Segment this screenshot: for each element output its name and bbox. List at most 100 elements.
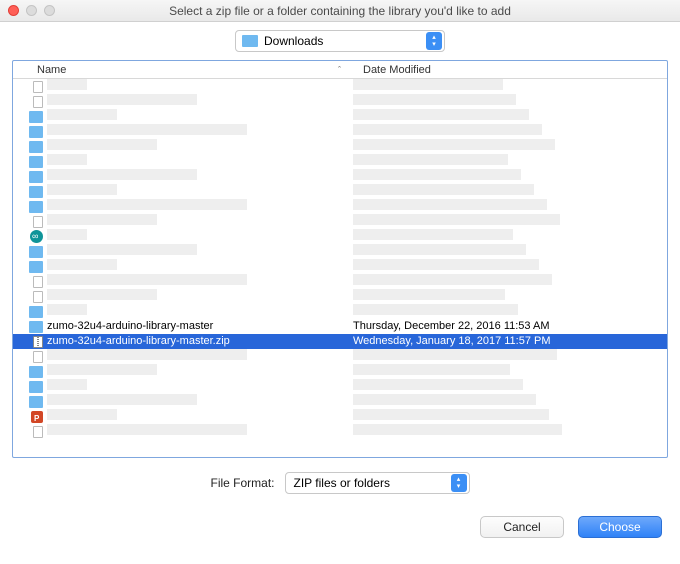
folder-icon xyxy=(13,381,47,393)
file-date xyxy=(353,79,667,95)
file-date xyxy=(353,244,667,260)
file-row[interactable] xyxy=(13,139,667,154)
file-date xyxy=(353,169,667,185)
file-row[interactable] xyxy=(13,199,667,214)
doc-page-icon xyxy=(13,96,47,108)
file-browser-pane: Name ˆ Date Modified zumo-32u4-arduino-l… xyxy=(12,60,668,458)
file-date xyxy=(353,304,667,320)
file-row[interactable] xyxy=(13,169,667,184)
folder-icon xyxy=(13,396,47,408)
doc-page-icon xyxy=(13,291,47,303)
file-name xyxy=(47,139,353,155)
file-row[interactable] xyxy=(13,289,667,304)
file-date xyxy=(353,349,667,365)
folder-icon xyxy=(13,141,47,153)
file-name xyxy=(47,424,353,440)
minimize-window-icon xyxy=(26,5,37,16)
file-name xyxy=(47,124,353,140)
file-row[interactable] xyxy=(13,379,667,394)
file-row[interactable] xyxy=(13,229,667,244)
file-row[interactable] xyxy=(13,424,667,439)
file-row[interactable] xyxy=(13,109,667,124)
folder-icon xyxy=(13,171,47,183)
file-row[interactable] xyxy=(13,394,667,409)
file-row[interactable]: zumo-32u4-arduino-library-masterThursday… xyxy=(13,319,667,334)
file-row[interactable] xyxy=(13,214,667,229)
sort-caret-icon: ˆ xyxy=(338,65,341,75)
folder-icon xyxy=(13,246,47,258)
dropdown-stepper-icon[interactable]: ▴▾ xyxy=(451,474,467,492)
file-date xyxy=(353,274,667,290)
file-name xyxy=(47,289,353,305)
file-name xyxy=(47,154,353,170)
column-name-label: Name xyxy=(37,64,66,76)
file-date xyxy=(353,109,667,125)
file-row[interactable] xyxy=(13,349,667,364)
doc-page-icon xyxy=(13,426,47,438)
zoom-window-icon xyxy=(44,5,55,16)
file-date: Thursday, December 22, 2016 11:53 AM xyxy=(353,319,667,334)
file-name xyxy=(47,109,353,125)
file-date xyxy=(353,154,667,170)
choose-button[interactable]: Choose xyxy=(578,516,662,538)
file-name xyxy=(47,304,353,320)
file-row[interactable] xyxy=(13,259,667,274)
folder-icon xyxy=(13,321,47,333)
file-date xyxy=(353,289,667,305)
file-date xyxy=(353,199,667,215)
format-row: File Format: ZIP files or folders ▴▾ xyxy=(16,472,664,494)
file-date xyxy=(353,424,667,440)
file-name xyxy=(47,244,353,260)
folder-icon xyxy=(13,156,47,168)
file-row[interactable] xyxy=(13,364,667,379)
file-name: zumo-32u4-arduino-library-master.zip xyxy=(47,334,353,349)
file-format-label: File Format: xyxy=(210,476,274,490)
file-row[interactable] xyxy=(13,274,667,289)
folder-icon xyxy=(13,366,47,378)
location-bar: Downloads ▴▾ xyxy=(0,22,680,60)
arduino-icon xyxy=(13,230,47,243)
file-date xyxy=(353,259,667,275)
file-name xyxy=(47,259,353,275)
folder-icon xyxy=(13,111,47,123)
file-name xyxy=(47,349,353,365)
file-date xyxy=(353,184,667,200)
file-row[interactable]: zumo-32u4-arduino-library-master.zipWedn… xyxy=(13,334,667,349)
folder-icon xyxy=(13,306,47,318)
file-format-select[interactable]: ZIP files or folders ▴▾ xyxy=(285,472,470,494)
column-header-name[interactable]: Name ˆ xyxy=(13,64,353,76)
column-header-date[interactable]: Date Modified xyxy=(353,64,667,76)
file-date xyxy=(353,379,667,395)
folder-icon xyxy=(242,35,258,47)
location-select[interactable]: Downloads ▴▾ xyxy=(235,30,445,52)
file-row[interactable] xyxy=(13,409,667,424)
window-title: Select a zip file or a folder containing… xyxy=(8,4,672,18)
file-row[interactable] xyxy=(13,124,667,139)
ppt-icon xyxy=(13,411,47,423)
file-row[interactable] xyxy=(13,244,667,259)
file-row[interactable] xyxy=(13,154,667,169)
file-name xyxy=(47,94,353,110)
file-date xyxy=(353,394,667,410)
file-name xyxy=(47,409,353,425)
file-list[interactable]: zumo-32u4-arduino-library-masterThursday… xyxy=(13,79,667,457)
dropdown-stepper-icon[interactable]: ▴▾ xyxy=(426,32,442,50)
file-row[interactable] xyxy=(13,94,667,109)
doc-icon xyxy=(13,216,47,228)
file-row[interactable] xyxy=(13,304,667,319)
file-name xyxy=(47,394,353,410)
folder-icon xyxy=(13,126,47,138)
file-row[interactable] xyxy=(13,184,667,199)
titlebar: Select a zip file or a folder containing… xyxy=(0,0,680,22)
folder-icon xyxy=(13,186,47,198)
file-name xyxy=(47,214,353,230)
file-date xyxy=(353,94,667,110)
close-window-icon[interactable] xyxy=(8,5,19,16)
file-date: Wednesday, January 18, 2017 11:57 PM xyxy=(353,334,667,349)
file-row[interactable] xyxy=(13,79,667,94)
file-name: zumo-32u4-arduino-library-master xyxy=(47,319,353,334)
button-row: Cancel Choose xyxy=(16,516,664,538)
zip-icon xyxy=(13,336,47,348)
file-name xyxy=(47,79,353,95)
cancel-button[interactable]: Cancel xyxy=(480,516,564,538)
